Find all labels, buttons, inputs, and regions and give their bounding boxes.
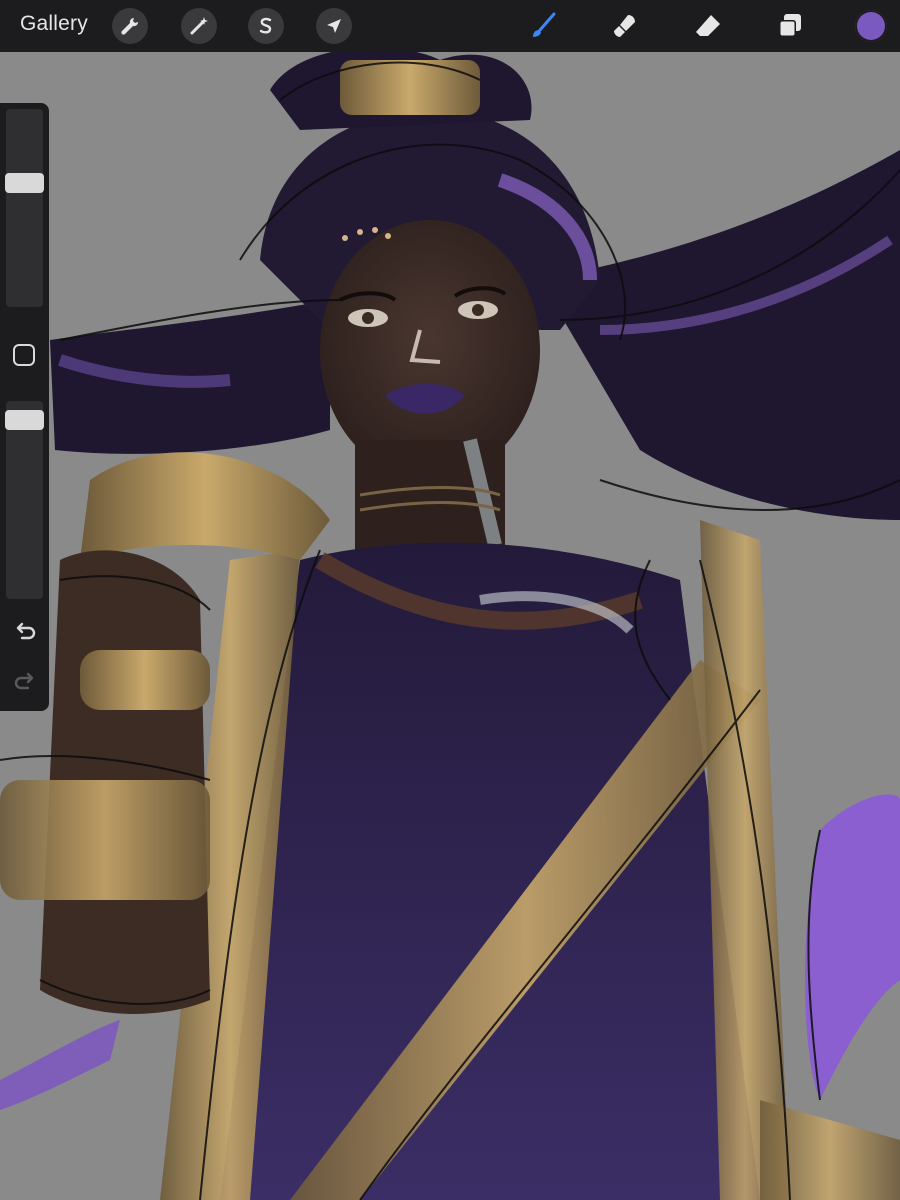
modify-button[interactable] <box>13 344 35 366</box>
brush-button[interactable] <box>525 8 561 44</box>
smudge-icon <box>614 15 635 37</box>
left-sidebar <box>0 103 49 711</box>
eraser-icon <box>696 15 720 36</box>
brush-size-slider[interactable] <box>6 109 43 307</box>
top-toolbar: Gallery <box>0 0 900 52</box>
brush-icon <box>533 12 556 37</box>
layers-icon <box>779 14 801 37</box>
undo-icon[interactable] <box>12 619 38 645</box>
smudge-button[interactable] <box>607 8 643 44</box>
brush-opacity-slider[interactable] <box>6 401 43 599</box>
arrow-cursor-icon <box>327 19 341 33</box>
drawing-canvas[interactable] <box>0 0 900 1200</box>
redo-icon[interactable] <box>12 669 38 695</box>
wrench-icon <box>121 17 139 35</box>
brush-opacity-thumb[interactable] <box>5 409 44 430</box>
selection-button[interactable] <box>248 8 284 44</box>
color-swatch[interactable] <box>855 10 887 42</box>
magic-wand-icon <box>190 17 208 35</box>
brush-size-thumb[interactable] <box>5 173 44 194</box>
selection-s-icon <box>259 17 272 34</box>
eraser-button[interactable] <box>690 8 726 44</box>
gallery-button[interactable]: Gallery <box>20 12 88 36</box>
actions-button[interactable] <box>112 8 148 44</box>
layers-button[interactable] <box>772 8 808 44</box>
transform-button[interactable] <box>316 8 352 44</box>
adjustments-button[interactable] <box>181 8 217 44</box>
